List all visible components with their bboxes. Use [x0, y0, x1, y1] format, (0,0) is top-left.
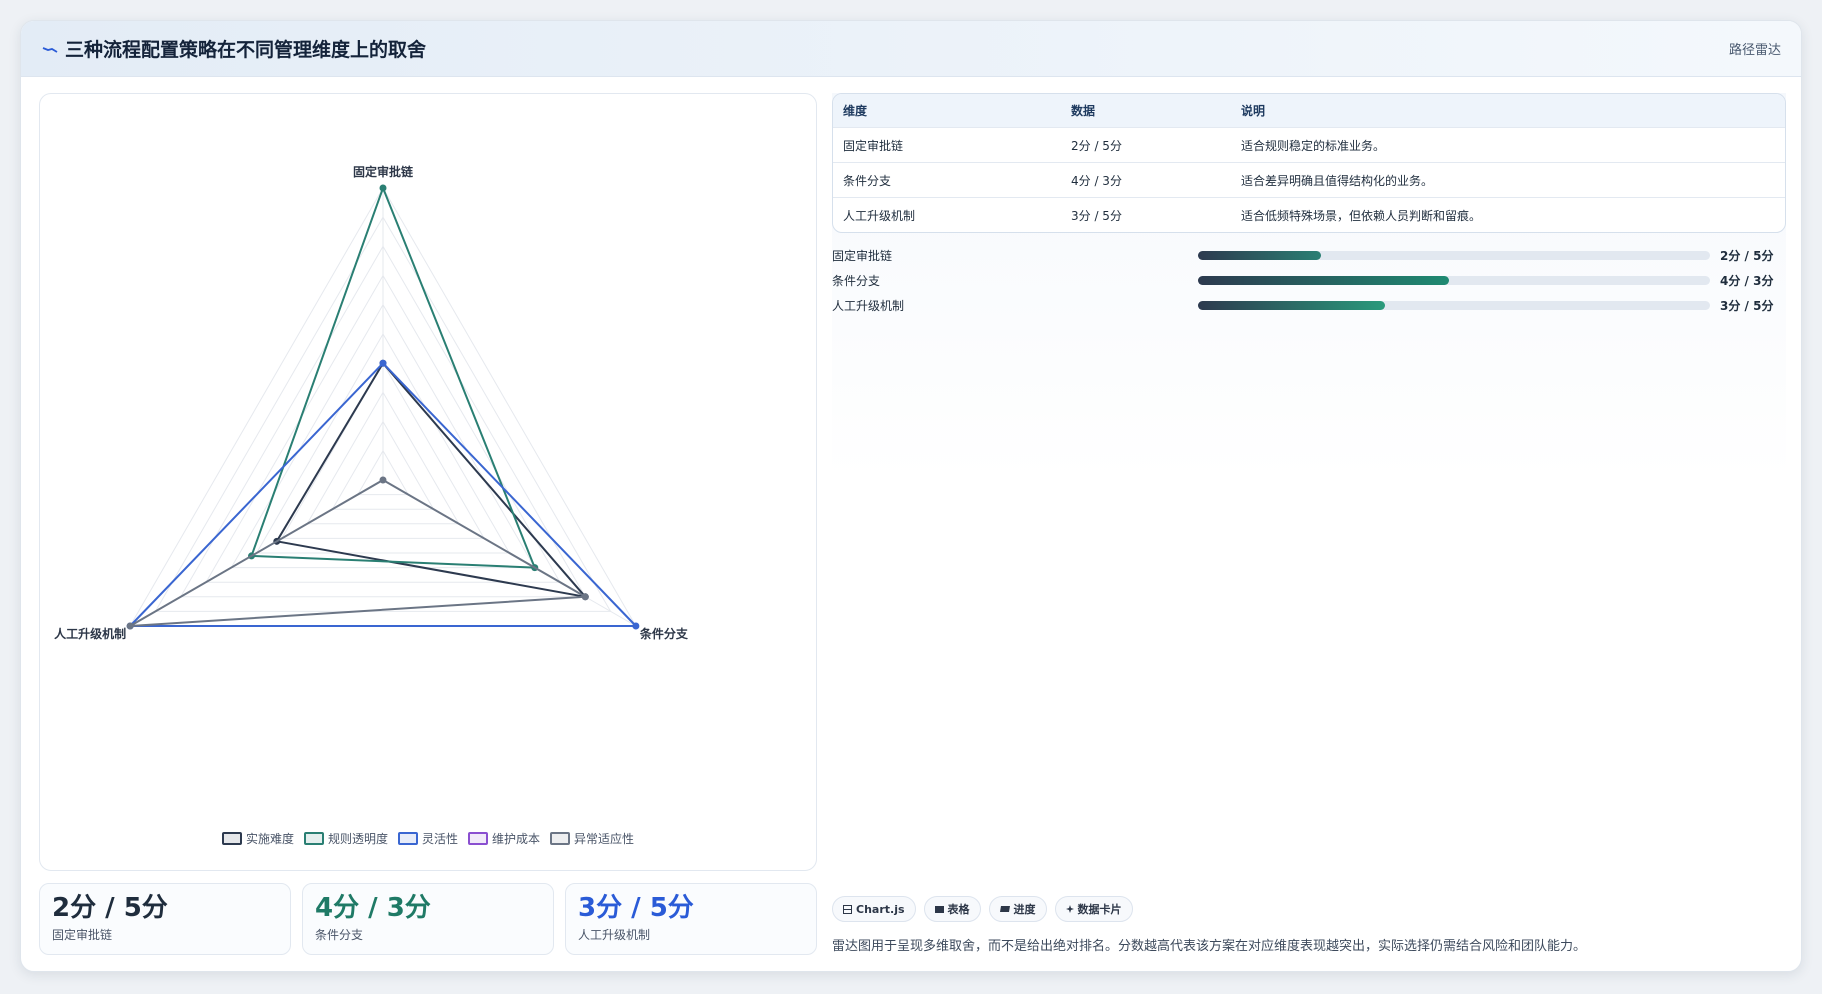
radar-point: [379, 184, 387, 192]
page-title: 三种流程配置策略在不同管理维度上的取舍: [65, 39, 427, 61]
chart-footnote: 雷达图用于呈现多维取舍，而不是给出绝对排名。分数越高代表该方案在对应维度表现越突…: [832, 939, 1587, 954]
legend-item[interactable]: 异常适应性: [550, 830, 634, 847]
legend-item[interactable]: 灵活性: [397, 830, 458, 847]
radar-chart: 固定审批链条件分支 人工升级机制: [54, 164, 689, 641]
progress-icon: [999, 906, 1010, 912]
radar-point: [581, 593, 589, 601]
table-cell-note: 适合差异明确且值得结构化的业务。: [1241, 173, 1434, 188]
table-cell-value: 2分 / 5分: [1071, 138, 1122, 153]
radar-point: [379, 476, 387, 484]
kpi-label: 固定审批链: [52, 928, 113, 942]
chip-label: Chart.js: [856, 902, 905, 916]
legend-label: 实施难度: [245, 832, 294, 846]
bar-label: 人工升级机制: [832, 299, 905, 313]
bar-fill: [1198, 301, 1386, 310]
table-cell-dim: 条件分支: [843, 173, 892, 188]
radar-chart-panel: 固定审批链条件分支 人工升级机制 实施难度 规则透明度 灵活性 维护成本 异常适应性: [39, 93, 817, 871]
radar-axis-label: 固定审批链: [353, 164, 414, 179]
chip-label: 表格: [947, 903, 970, 916]
table-cell-value: 4分 / 3分: [1071, 173, 1122, 188]
table-row: 人工升级机制 3分 / 5分 适合低频特殊场景，但依赖人员判断和留痕。: [833, 197, 1785, 232]
bar-row: 固定审批链 2分 / 5分: [832, 243, 1786, 268]
table-header-dim: 维度: [843, 104, 868, 118]
legend-swatch: [303, 832, 324, 845]
chart-kind-tag: 路径雷达: [1728, 43, 1781, 58]
radar-point: [632, 622, 640, 630]
bar-row: 条件分支 4分 / 3分: [832, 268, 1786, 293]
legend-swatch: [397, 832, 418, 845]
legend-swatch: [221, 832, 242, 845]
radar-point: [126, 622, 134, 630]
card-header: 三种流程配置策略在不同管理维度上的取舍 路径雷达: [21, 21, 1801, 77]
bar-value: 4分 / 3分: [1720, 274, 1774, 288]
legend-swatch: [468, 832, 488, 845]
table-cell-note: 适合低频特殊场景，但依赖人员判断和留痕。: [1241, 208, 1482, 223]
legend-label: 异常适应性: [574, 832, 635, 846]
feature-chips: Chart.js 表格 进度 数据卡片: [832, 896, 1133, 922]
radar-point: [379, 359, 387, 367]
kpi-card: 4分 / 3分条件分支: [302, 883, 554, 955]
kpi-value: 2分 / 5分: [52, 893, 168, 923]
bar-label: 条件分支: [832, 274, 881, 288]
table-cell-value: 3分 / 5分: [1071, 208, 1122, 223]
card-icon: [1065, 905, 1074, 913]
main-card: 三种流程配置策略在不同管理维度上的取舍 路径雷达 固定审批链 条件分支 人工升级机制…: [20, 20, 1802, 972]
legend-label: 维护成本: [492, 832, 541, 846]
table-row: 固定审批链 2分 / 5分 适合规则稳定的标准业务。: [833, 127, 1785, 162]
kpi-label: 条件分支: [315, 928, 364, 942]
feature-chip[interactable]: Chart.js: [832, 896, 916, 922]
progress-bars: 固定审批链 2分 / 5分条件分支 4分 / 3分人工升级机制 3分 / 5分: [832, 243, 1786, 318]
table-row: 条件分支 4分 / 3分 适合差异明确且值得结构化的业务。: [833, 162, 1785, 197]
legend-label: 规则透明度: [327, 832, 388, 846]
table-icon: [934, 905, 944, 913]
table-header-note: 说明: [1241, 104, 1266, 118]
radar-axis-label: 人工升级机制: [54, 626, 126, 641]
legend-item[interactable]: 实施难度: [221, 830, 294, 847]
radar-axis-label: 条件分支: [639, 626, 689, 641]
chip-label: 数据卡片: [1077, 903, 1122, 916]
bar-track: [1198, 301, 1710, 310]
trend-line-icon: [41, 40, 59, 58]
feature-chip[interactable]: 数据卡片: [1054, 896, 1133, 922]
kpi-card: 3分 / 5分人工升级机制: [565, 883, 817, 955]
table-header-value: 数据: [1071, 104, 1096, 118]
data-table: 维度 数据 说明 固定审批链 2分 / 5分 适合规则稳定的标准业务。 条件分支…: [832, 93, 1786, 233]
chart-icon: [843, 904, 852, 914]
bar-fill: [1198, 251, 1321, 260]
bar-track: [1198, 276, 1710, 285]
legend-label: 灵活性: [421, 832, 458, 846]
legend-item[interactable]: 维护成本: [468, 830, 540, 847]
bar-value: 3分 / 5分: [1720, 299, 1774, 313]
kpi-card: 2分 / 5分固定审批链: [39, 883, 291, 955]
chart-legend: 实施难度 规则透明度 灵活性 维护成本 异常适应性: [40, 830, 816, 847]
kpi-value: 3分 / 5分: [578, 893, 694, 923]
kpi-label: 人工升级机制: [578, 928, 651, 942]
table-cell-note: 适合规则稳定的标准业务。: [1241, 138, 1386, 153]
table-header-row: 维度 数据 说明: [833, 94, 1785, 127]
feature-chip[interactable]: 表格: [923, 896, 981, 922]
chip-label: 进度: [1013, 903, 1036, 916]
kpi-cards: 2分 / 5分 固定审批链 4分 / 3分 条件分支 3分 / 5分 人工升级机制: [39, 883, 817, 955]
details-panel: 维度 数据 说明 固定审批链 2分 / 5分 适合规则稳定的标准业务。 条件分支…: [832, 93, 1786, 953]
bar-fill: [1198, 276, 1449, 285]
radar-series-line: [275, 362, 587, 598]
legend-swatch: [550, 832, 571, 845]
feature-chip[interactable]: 进度: [988, 896, 1047, 922]
kpi-value: 4分 / 3分: [315, 893, 431, 923]
table-cell-dim: 人工升级机制: [843, 208, 916, 223]
table-cell-dim: 固定审批链: [843, 138, 904, 153]
legend-item[interactable]: 规则透明度: [303, 830, 388, 847]
bar-row: 人工升级机制 3分 / 5分: [832, 293, 1786, 318]
bar-value: 2分 / 5分: [1720, 249, 1774, 263]
bar-label: 固定审批链: [832, 249, 893, 263]
bar-track: [1198, 251, 1710, 260]
